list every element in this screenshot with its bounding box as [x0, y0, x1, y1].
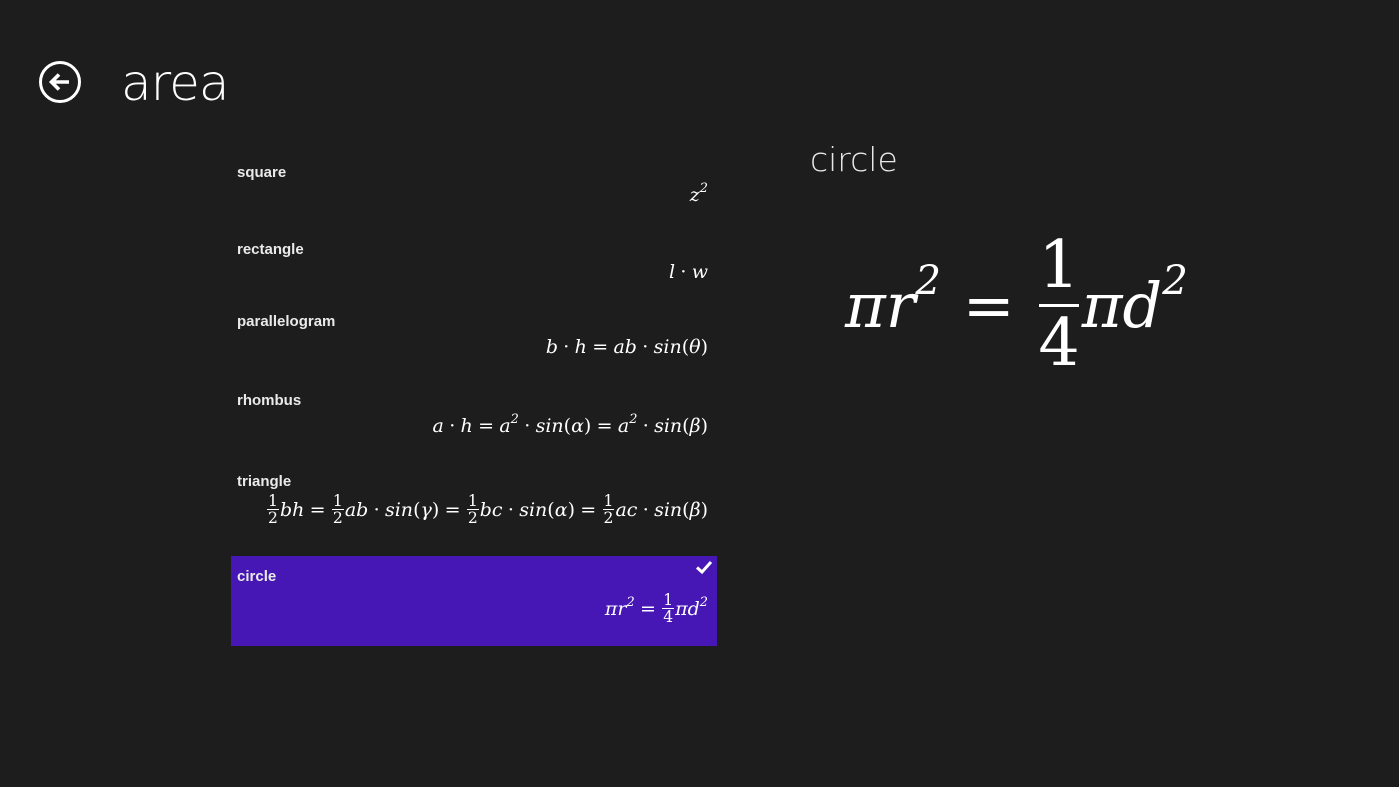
back-button[interactable]	[38, 60, 82, 104]
list-item-formula: l · w	[668, 261, 708, 283]
app-window: area square z2 rectangle l · w parallelogr…	[0, 0, 1399, 787]
list-item-label: triangle	[237, 473, 292, 490]
list-item-rhombus[interactable]: rhombus a · h = a 2 · sin(α) = a 2 · sin(β)	[231, 388, 717, 450]
checkmark-icon	[695, 560, 713, 575]
list-item-parallelogram[interactable]: parallelogram b · h = ab · sin(θ)	[231, 309, 717, 371]
page-title: area	[121, 54, 229, 112]
back-arrow-circle-icon	[39, 61, 81, 103]
list-item-rectangle[interactable]: rectangle l · w	[231, 237, 717, 299]
list-item-triangle[interactable]: triangle 1 2 bh = 1 2 ab · sin(γ) = 1 2 bc · sin(α) =…	[231, 469, 717, 549]
detail-title: circle	[810, 140, 898, 179]
list-item-label: rectangle	[237, 241, 304, 258]
detail-formula: πr 2 = 1 4 πd 2	[845, 227, 1188, 381]
list-item-formula: πr 2 = 1 4 πd 2	[604, 591, 708, 627]
list-item-formula: z2	[689, 181, 708, 206]
list-item-label: parallelogram	[237, 313, 336, 330]
list-item-label: circle	[237, 568, 277, 585]
list-item-circle[interactable]: circle πr 2 = 1 4 πd 2	[231, 556, 717, 646]
list-item-formula: b · h = ab · sin(θ)	[545, 336, 708, 358]
list-item-label: rhombus	[237, 392, 302, 409]
list-item-square[interactable]: square z2	[231, 160, 717, 222]
list-item-formula: a · h = a 2 · sin(α) = a 2 · sin(β)	[432, 412, 708, 437]
list-item-label: square	[237, 164, 287, 181]
list-item-formula: 1 2 bh = 1 2 ab · sin(γ) = 1 2 bc · sin(α) = 1 2 ac · sin…	[267, 492, 708, 528]
